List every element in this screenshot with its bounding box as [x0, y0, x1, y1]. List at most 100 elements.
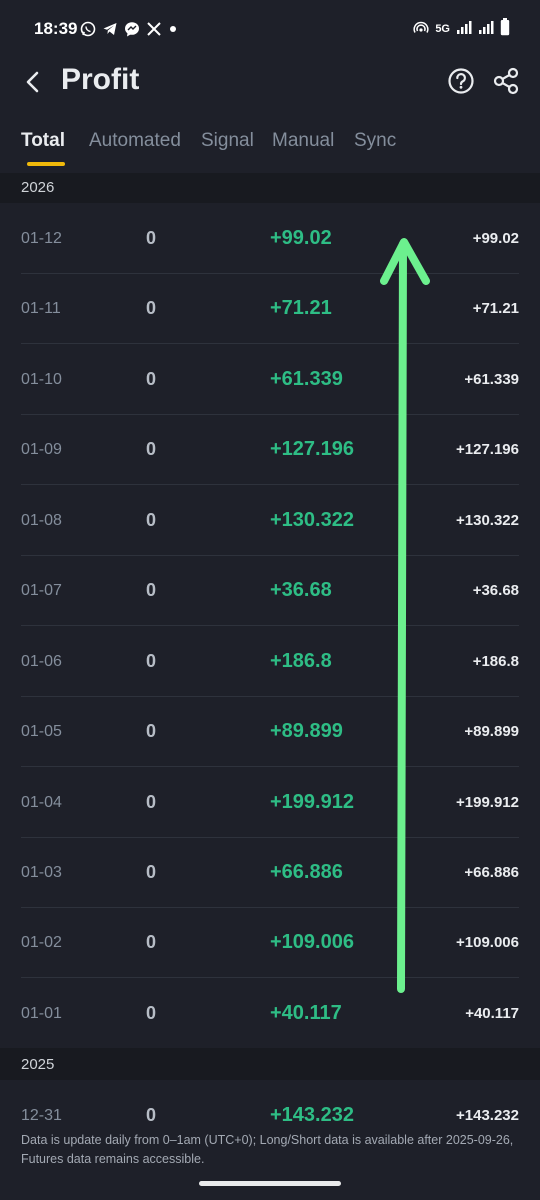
- row-profit: +143.232: [270, 1104, 354, 1126]
- question-circle-icon: [448, 68, 474, 94]
- system-status-icons: 5G: [413, 17, 510, 41]
- row-total: +143.232: [456, 1107, 519, 1124]
- row-count: 0: [146, 862, 157, 882]
- network-type: 5G: [435, 23, 450, 35]
- data-update-note: Data is update daily from 0–1am (UTC+0);…: [21, 1133, 514, 1166]
- year-label: 2026: [21, 179, 55, 196]
- battery-icon: [500, 17, 510, 41]
- table-row[interactable]: 01-04 0 +199.912 +199.912: [0, 768, 540, 838]
- row-count: 0: [146, 721, 157, 741]
- year-header: 2026: [0, 173, 540, 203]
- tab-sync[interactable]: Sync: [354, 130, 396, 152]
- table-row[interactable]: 01-08 0 +130.322 +130.322: [0, 486, 540, 556]
- row-count: 0: [146, 792, 157, 812]
- table-row[interactable]: 01-09 0 +127.196 +127.196: [0, 415, 540, 485]
- table-row[interactable]: 01-01 0 +40.117 +40.117: [0, 979, 540, 1049]
- row-count: 0: [146, 651, 157, 671]
- tab-signal[interactable]: Signal: [201, 130, 254, 152]
- table-row[interactable]: 01-10 0 +61.339 +61.339: [0, 345, 540, 415]
- row-profit: +109.006: [270, 931, 354, 953]
- row-divider: [21, 343, 519, 344]
- row-date: 01-04: [21, 794, 62, 811]
- row-total: +36.68: [472, 582, 519, 599]
- table-row[interactable]: 01-11 0 +71.21 +71.21: [0, 274, 540, 344]
- home-indicator[interactable]: [199, 1181, 341, 1186]
- row-count: 0: [146, 510, 157, 530]
- row-profit: +186.8: [270, 650, 332, 672]
- row-count: 0: [146, 932, 157, 952]
- row-profit: +40.117: [270, 1002, 342, 1024]
- row-total: +109.006: [456, 934, 519, 951]
- status-bar: 18:39 5G: [0, 0, 540, 58]
- row-date: 01-01: [21, 1005, 62, 1022]
- row-divider: [21, 977, 519, 978]
- row-divider: [21, 766, 519, 767]
- tab-total[interactable]: Total: [21, 130, 65, 152]
- year-header: 2025: [0, 1048, 540, 1080]
- table-row[interactable]: 12-31 0 +143.232 +143.232: [0, 1081, 540, 1129]
- notification-icons: [80, 19, 178, 39]
- row-profit: +130.322: [270, 509, 354, 531]
- row-divider: [21, 625, 519, 626]
- row-total: +130.322: [456, 512, 519, 529]
- back-button[interactable]: [18, 64, 48, 100]
- row-date: 01-10: [21, 371, 62, 388]
- status-time: 18:39: [34, 19, 78, 38]
- table-row[interactable]: 01-12 0 +99.02 +99.02: [0, 204, 540, 274]
- row-date: 01-03: [21, 864, 62, 881]
- category-tabs: Total Automated Signal Manual Sync: [0, 126, 540, 170]
- page-title: Profit: [61, 63, 140, 96]
- row-profit: +66.886: [270, 861, 343, 883]
- share-button[interactable]: [491, 67, 521, 95]
- row-divider: [21, 484, 519, 485]
- table-row[interactable]: 01-05 0 +89.899 +89.899: [0, 697, 540, 767]
- table-row[interactable]: 01-07 0 +36.68 +36.68: [0, 556, 540, 626]
- row-date: 01-07: [21, 582, 62, 599]
- signal-icon: [456, 19, 472, 40]
- row-date: 01-08: [21, 512, 62, 529]
- dot-icon: [168, 21, 178, 37]
- row-total: +186.8: [472, 653, 519, 670]
- tab-manual[interactable]: Manual: [272, 130, 334, 152]
- active-tab-indicator: [27, 162, 65, 166]
- row-total: +89.899: [464, 723, 519, 740]
- table-row[interactable]: 01-02 0 +109.006 +109.006: [0, 908, 540, 978]
- row-date: 01-11: [21, 300, 61, 317]
- row-date: 01-05: [21, 723, 62, 740]
- row-count: 0: [146, 1105, 157, 1125]
- row-count: 0: [146, 298, 157, 318]
- row-profit: +71.21: [270, 297, 332, 319]
- row-date: 12-31: [21, 1107, 62, 1124]
- row-total: +40.117: [465, 1005, 519, 1022]
- row-profit: +127.196: [270, 438, 354, 460]
- table-row[interactable]: 01-03 0 +66.886 +66.886: [0, 838, 540, 908]
- x-icon: [146, 21, 162, 37]
- row-profit: +99.02: [270, 227, 332, 249]
- hotspot-icon: [413, 19, 429, 40]
- row-total: +71.21: [472, 300, 519, 317]
- share-icon: [493, 67, 519, 95]
- row-count: 0: [146, 1003, 157, 1023]
- row-count: 0: [146, 580, 157, 600]
- row-total: +127.196: [456, 441, 519, 458]
- row-count: 0: [146, 369, 157, 389]
- table-row[interactable]: 01-06 0 +186.8 +186.8: [0, 627, 540, 697]
- row-profit: +89.899: [270, 720, 343, 742]
- profit-screen: 18:39 5G Profit Total Automated Signal M…: [0, 0, 540, 1200]
- row-count: 0: [146, 439, 157, 459]
- row-total: +66.886: [464, 864, 519, 881]
- messenger-icon: [124, 21, 140, 37]
- row-total: +199.912: [456, 794, 519, 811]
- help-button[interactable]: [447, 67, 475, 95]
- row-profit: +199.912: [270, 791, 354, 813]
- tab-automated[interactable]: Automated: [89, 130, 181, 152]
- chevron-left-icon: [26, 71, 39, 93]
- year-label: 2025: [21, 1056, 55, 1073]
- row-date: 01-09: [21, 441, 62, 458]
- row-date: 01-02: [21, 934, 62, 951]
- row-date: 01-12: [21, 230, 62, 247]
- row-profit: +36.68: [270, 579, 332, 601]
- signal-icon: [478, 19, 494, 40]
- app-header: Profit: [0, 58, 540, 108]
- telegram-icon: [102, 21, 118, 37]
